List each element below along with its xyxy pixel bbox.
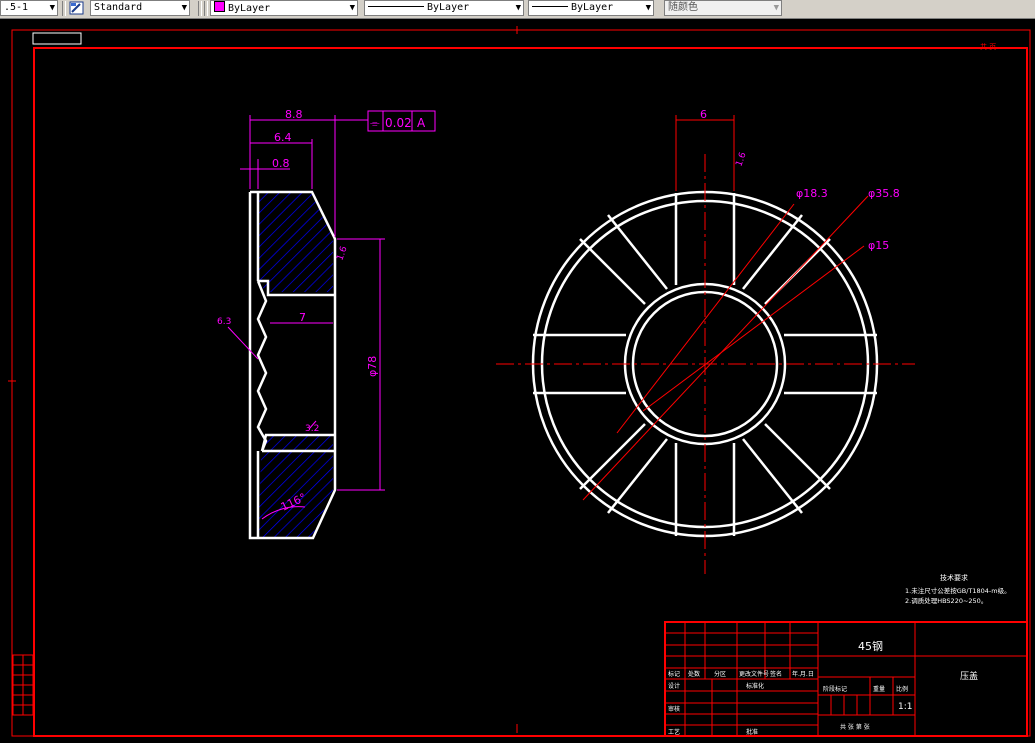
cell-sign: 签名 bbox=[770, 670, 782, 678]
chevron-down-icon: ▼ bbox=[515, 3, 521, 13]
linetype-sample-icon bbox=[368, 6, 424, 7]
cell-ratio: 比例 bbox=[896, 685, 908, 693]
scale-dropdown[interactable]: .5-1 ▼ bbox=[0, 0, 58, 16]
scale-label: 1:1 bbox=[898, 702, 912, 712]
toolbar-separator bbox=[198, 1, 202, 16]
part-name-label: 压盖 bbox=[960, 670, 978, 682]
left-record-table bbox=[12, 654, 34, 716]
tolerance-datum: A bbox=[417, 116, 426, 130]
cell-process: 工艺 bbox=[668, 728, 680, 736]
linetype-dropdown[interactable]: ByLayer ▼ bbox=[364, 0, 524, 16]
front-view: 6 1.6 φ18.3 φ35.8 φ15 bbox=[496, 108, 915, 574]
color-value: ByLayer bbox=[228, 3, 271, 14]
cell-date: 年.月.日 bbox=[792, 670, 814, 678]
drawing-svg[interactable]: 共 页 ⌯ 0.02 A 8.8 6.4 0.8 7 φ78 6.3 1.6 3… bbox=[0, 19, 1035, 739]
color-dropdown[interactable]: ByLayer ▼ bbox=[210, 0, 358, 16]
lineweight-dropdown[interactable]: ByLayer ▼ bbox=[528, 0, 654, 16]
corner-label-box bbox=[32, 32, 82, 45]
text-style-dropdown[interactable]: Standard ▼ bbox=[90, 0, 190, 16]
dim-7: 7 bbox=[299, 311, 306, 324]
title-block: 45钢 压盖 1:1 标记 处数 分区 更改文件号 签名 年.月.日 设计 标准… bbox=[664, 621, 1028, 737]
cell-mark: 标记 bbox=[668, 670, 680, 678]
cell-approve: 批准 bbox=[746, 728, 758, 736]
tolerance-symbol: ⌯ bbox=[370, 116, 380, 130]
cell-standard: 标准化 bbox=[746, 682, 764, 690]
roughness-right: 1.6 bbox=[335, 245, 349, 262]
text-style-button[interactable] bbox=[68, 0, 86, 16]
dim-6: 6 bbox=[700, 108, 707, 121]
phi-18-3: φ18.3 bbox=[796, 187, 828, 200]
text-style-icon bbox=[69, 1, 84, 15]
cell-design: 设计 bbox=[668, 682, 680, 690]
text-style-value: Standard bbox=[94, 2, 143, 13]
chevron-down-icon: ▼ bbox=[349, 3, 355, 13]
lineweight-sample-icon bbox=[532, 6, 568, 7]
plot-style-dropdown[interactable]: 随颜色 ▼ bbox=[664, 0, 782, 16]
toolbar-separator bbox=[62, 1, 66, 16]
drawing-canvas[interactable]: 共 页 ⌯ 0.02 A 8.8 6.4 0.8 7 φ78 6.3 1.6 3… bbox=[0, 19, 1035, 739]
dim-phi78: φ78 bbox=[366, 356, 379, 377]
roughness-front: 1.6 bbox=[734, 151, 748, 168]
plot-style-value: 随颜色 bbox=[668, 2, 698, 13]
chevron-down-icon: ▼ bbox=[181, 3, 187, 13]
roughness-bottom: 3.2 bbox=[305, 424, 319, 434]
material-label: 45钢 bbox=[858, 640, 883, 653]
tag-top-right: 共 页 bbox=[980, 42, 996, 51]
hatch-upper bbox=[258, 193, 333, 292]
notes-line-1: 1.未注尺寸公差按GB/T1804-m级。 bbox=[905, 586, 1011, 595]
cell-docno: 更改文件号 bbox=[739, 670, 769, 678]
cell-count: 处数 bbox=[688, 670, 700, 678]
scale-value: .5-1 bbox=[4, 2, 29, 13]
chevron-down-icon: ▼ bbox=[49, 3, 55, 13]
phi-35-8: φ35.8 bbox=[868, 187, 900, 200]
cell-weight: 重量 bbox=[873, 685, 885, 693]
cell-sheets: 共 张 第 张 bbox=[840, 723, 870, 731]
dim-6-4: 6.4 bbox=[274, 131, 292, 144]
linetype-value: ByLayer bbox=[427, 2, 470, 13]
cell-stage: 阶段标记 bbox=[823, 685, 847, 693]
toolbar-separator bbox=[204, 1, 208, 16]
lineweight-value: ByLayer bbox=[571, 2, 614, 13]
color-swatch-icon bbox=[214, 1, 225, 12]
notes-line-2: 2.调质处理HBS220~250。 bbox=[905, 596, 987, 605]
tolerance-value: 0.02 bbox=[385, 116, 412, 130]
properties-toolbar: .5-1 ▼ Standard ▼ ByLayer ▼ ByLayer ▼ ByLaye… bbox=[0, 0, 1035, 19]
cell-review: 审核 bbox=[668, 705, 680, 713]
dim-8-8: 8.8 bbox=[285, 108, 303, 121]
inner-border bbox=[33, 47, 1028, 737]
chevron-down-icon: ▼ bbox=[645, 3, 651, 13]
outer-border bbox=[11, 29, 1031, 737]
dim-0-8: 0.8 bbox=[272, 157, 290, 170]
roughness-left: 6.3 bbox=[217, 317, 231, 327]
technical-notes: 技术要求 1.未注尺寸公差按GB/T1804-m级。 2.调质处理HBS220~… bbox=[905, 573, 1011, 605]
notes-title: 技术要求 bbox=[940, 573, 968, 582]
side-view: ⌯ 0.02 A 8.8 6.4 0.8 7 φ78 6.3 1.6 3.2 1… bbox=[217, 108, 436, 540]
cell-zone: 分区 bbox=[714, 670, 726, 678]
chevron-down-icon: ▼ bbox=[773, 3, 779, 13]
phi-15: φ15 bbox=[868, 239, 889, 252]
